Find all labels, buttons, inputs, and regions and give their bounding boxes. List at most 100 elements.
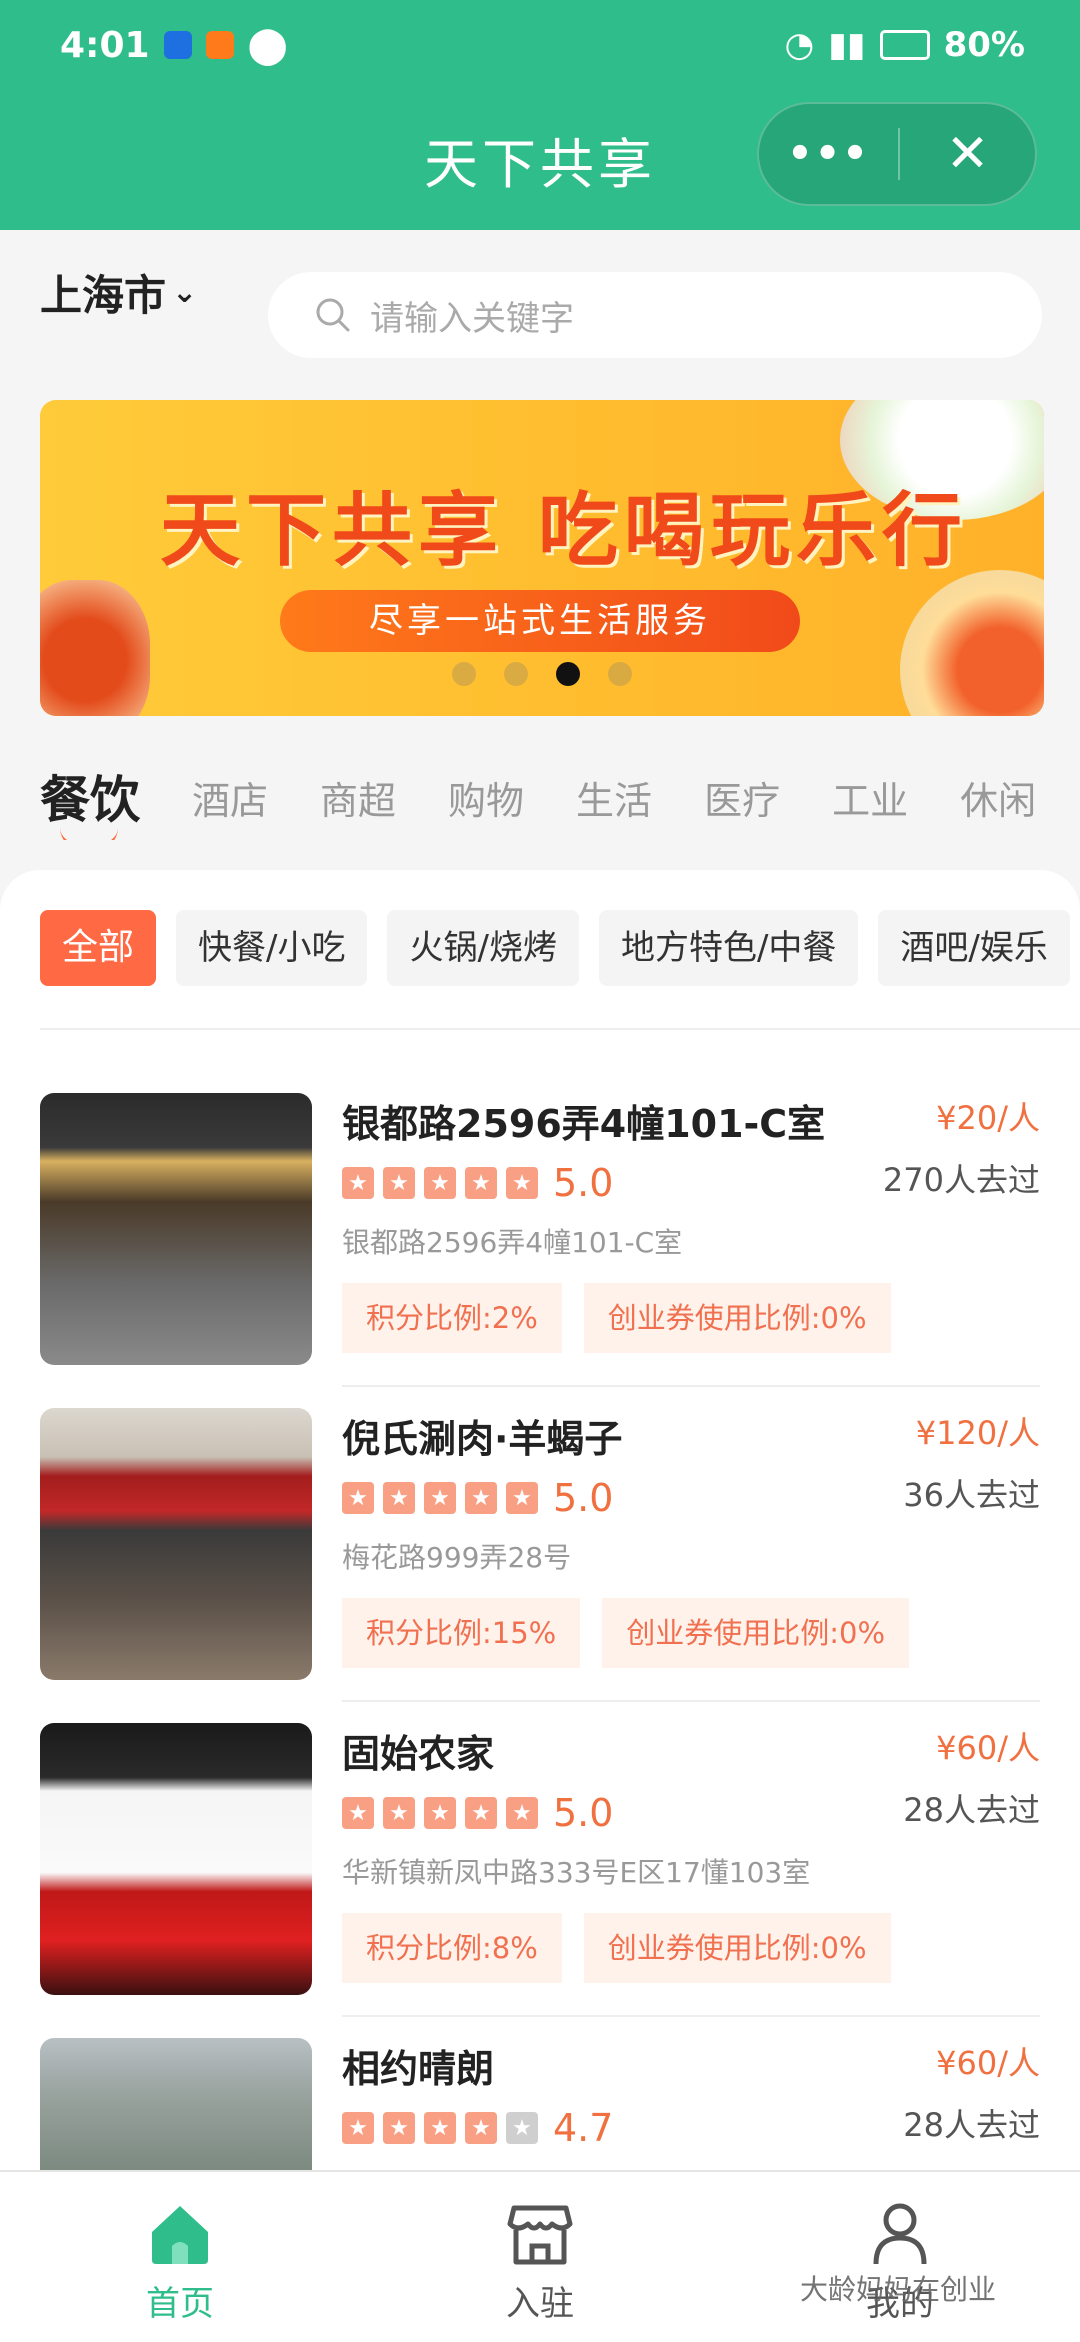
star-icon: ★ [465, 2112, 497, 2144]
coupon-tag: 创业券使用比例:0% [602, 1598, 910, 1668]
carousel-dots [40, 662, 1044, 686]
merchant-name: 相约晴朗 [342, 2047, 495, 2091]
tab-life[interactable]: 生活 [576, 770, 652, 840]
star-icon: ★ [342, 1167, 374, 1199]
tag-list: 积分比例:8% 创业券使用比例:0% [342, 1913, 913, 1983]
mini-program-header: 天下共享 ••• ✕ [0, 90, 1080, 230]
visit-count: 28人去过 [903, 2106, 1040, 2144]
item-divider [342, 1385, 1040, 1387]
tab-shopping[interactable]: 购物 [448, 770, 524, 840]
star-icon: ★ [424, 1167, 456, 1199]
star-icon: ★ [383, 1797, 415, 1829]
tab-leisure[interactable]: 休闲 [960, 770, 1036, 840]
search-icon [316, 298, 350, 332]
merchant-list-panel: 全部 快餐/小吃 火锅/烧烤 地方特色/中餐 酒吧/娱乐 银都路2596弄4幢1… [0, 870, 1080, 2170]
coupon-tag: 创业券使用比例:0% [583, 1913, 891, 1983]
chip-hotpot[interactable]: 火锅/烧烤 [387, 910, 579, 986]
list-item[interactable]: 固始农家 ¥60/人 ★ ★ ★ ★ ★ 5.0 28人去过 华新镇新凤中路333号E区… [40, 1723, 1040, 2017]
lobster-image [40, 580, 150, 716]
price-per-person: ¥20/人 [936, 1099, 1040, 1137]
carousel-dot[interactable] [608, 662, 632, 686]
price-per-person: ¥60/人 [936, 1729, 1040, 1767]
chevron-down-icon: ⌄ [172, 275, 198, 310]
store-photo [40, 1093, 312, 1365]
address: 银都路2596弄4幢101-C室 [342, 1226, 683, 1259]
tab-supermarket[interactable]: 商超 [320, 770, 396, 840]
wifi-icon: ◔ [784, 25, 815, 65]
pizza-image [900, 570, 1044, 716]
star-rating: ★ ★ ★ ★ ★ 5.0 [342, 1161, 613, 1205]
star-icon: ★ [506, 1167, 538, 1199]
promo-banner[interactable]: 天下共享 吃喝玩乐行 尽享一站式生活服务 [40, 400, 1044, 716]
points-tag: 积分比例:2% [342, 1283, 562, 1353]
location-icon: ⬤ [247, 24, 288, 66]
divider [40, 1028, 1080, 1030]
chip-bar[interactable]: 酒吧/娱乐 [878, 910, 1070, 986]
coupon-tag: 创业券使用比例:0% [583, 1283, 891, 1353]
tab-catering[interactable]: 餐饮 [40, 770, 140, 840]
star-icon: ★ [342, 2112, 374, 2144]
star-icon: ★ [383, 2112, 415, 2144]
status-time: 4:01 [60, 24, 150, 66]
star-icon: ★ [424, 1797, 456, 1829]
star-icon: ★ [465, 1797, 497, 1829]
star-icon: ★ [465, 1167, 497, 1199]
tab-mine[interactable]: 我的 [720, 2172, 1080, 2342]
tag-list: 积分比例:15% 创业券使用比例:0% [342, 1598, 931, 1668]
chip-fastfood[interactable]: 快餐/小吃 [176, 910, 368, 986]
list-item[interactable]: 银都路2596弄4幢101-C室 ¥20/人 ★ ★ ★ ★ ★ 5.0 270人去过 … [40, 1093, 1040, 1387]
rating-score: 5.0 [553, 1161, 614, 1205]
battery-icon [879, 30, 930, 60]
search-placeholder: 请输入关键字 [370, 298, 574, 339]
search-input[interactable]: 请输入关键字 [268, 272, 1042, 358]
more-button[interactable]: ••• [759, 131, 898, 177]
merchant-name: 倪氏涮肉·羊蝎子 [342, 1417, 623, 1461]
star-half-icon: ★ [506, 2112, 538, 2144]
star-icon: ★ [424, 2112, 456, 2144]
tab-join[interactable]: 入驻 [360, 2172, 720, 2342]
category-tabs: 餐饮 酒店 商超 购物 生活 医疗 工业 休闲 [40, 770, 1080, 840]
price-per-person: ¥120/人 [915, 1414, 1040, 1452]
city-selector[interactable]: 上海市 ⌄ [40, 262, 197, 323]
signal-icon: ▮▮ [828, 25, 866, 65]
carousel-dot[interactable] [504, 662, 528, 686]
city-label: 上海市 [40, 271, 167, 320]
banner-headline: 天下共享 吃喝玩乐行 [160, 484, 968, 577]
address: 梅花路999弄28号 [342, 1541, 572, 1574]
tab-label: 首页 [146, 2284, 214, 2324]
rating-score: 4.7 [553, 2106, 614, 2150]
tab-hotel[interactable]: 酒店 [192, 770, 268, 840]
capsule-menu: ••• ✕ [757, 102, 1037, 206]
bottom-tab-bar: 首页 入驻 我的 [0, 2170, 1080, 2342]
item-divider [342, 1700, 1040, 1702]
visit-count: 270人去过 [882, 1161, 1040, 1199]
chip-local-cuisine[interactable]: 地方特色/中餐 [598, 910, 859, 986]
tab-home[interactable]: 首页 [0, 2172, 360, 2342]
chip-all[interactable]: 全部 [40, 910, 157, 986]
close-button[interactable]: ✕ [900, 124, 1035, 184]
tab-label: 餐饮 [40, 771, 140, 829]
tab-label: 入驻 [506, 2284, 574, 2324]
merchant-name: 固始农家 [342, 1732, 495, 1776]
carousel-dot[interactable] [452, 662, 476, 686]
star-icon: ★ [383, 1167, 415, 1199]
points-tag: 积分比例:8% [342, 1913, 562, 1983]
visit-count: 28人去过 [903, 1791, 1040, 1829]
app-notification-icon [163, 31, 192, 59]
video-notification-icon [205, 31, 234, 59]
watermark: 大龄妈妈在创业 [800, 2273, 997, 2306]
carousel-dot-active[interactable] [556, 662, 580, 686]
star-rating: ★ ★ ★ ★ ★ 5.0 [342, 1791, 613, 1835]
store-photo [40, 1723, 312, 1995]
visit-count: 36人去过 [903, 1476, 1040, 1514]
list-item[interactable]: 倪氏涮肉·羊蝎子 ¥120/人 ★ ★ ★ ★ ★ 5.0 36人去过 梅花路999弄2… [40, 1408, 1040, 1702]
active-tab-indicator [60, 828, 118, 840]
tab-industry[interactable]: 工业 [832, 770, 908, 840]
rating-score: 5.0 [553, 1791, 614, 1835]
subcategory-chips: 全部 快餐/小吃 火锅/烧烤 地方特色/中餐 酒吧/娱乐 [40, 910, 1080, 988]
tab-medical[interactable]: 医疗 [704, 770, 780, 840]
star-rating: ★ ★ ★ ★ ★ 5.0 [342, 1476, 613, 1520]
star-icon: ★ [424, 1482, 456, 1514]
tag-list: 积分比例:2% 创业券使用比例:0% [342, 1283, 913, 1353]
battery-level: 80% [943, 25, 1025, 65]
